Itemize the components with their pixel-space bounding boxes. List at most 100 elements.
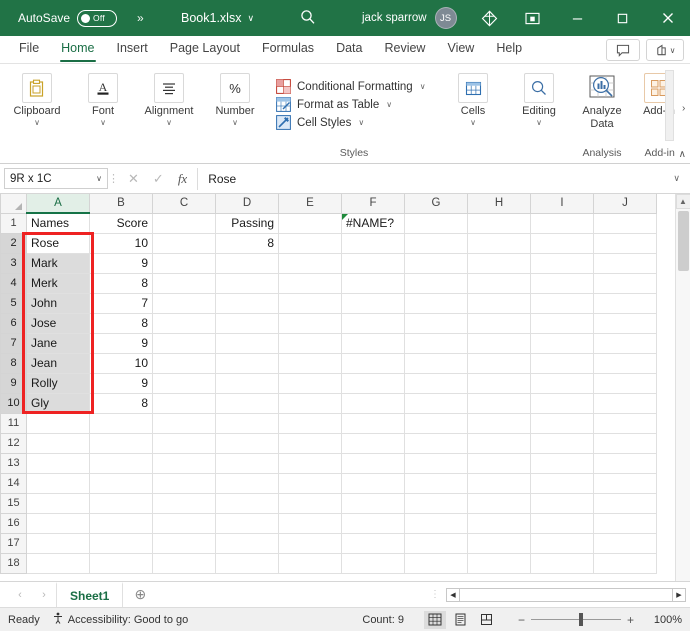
cell-B10[interactable]: 8 <box>90 393 153 413</box>
column-header-h[interactable]: H <box>468 194 531 213</box>
chevron-down-icon[interactable]: ∨ <box>470 120 476 126</box>
column-header-e[interactable]: E <box>279 194 342 213</box>
cell-B12[interactable] <box>90 433 153 453</box>
cell-A4[interactable]: Merk <box>27 273 90 293</box>
zoom-slider-thumb[interactable] <box>579 613 583 626</box>
cell-G2[interactable] <box>405 233 468 253</box>
cell-F3[interactable] <box>342 253 405 273</box>
row-header-18[interactable]: 18 <box>1 553 27 573</box>
cell-B18[interactable] <box>90 553 153 573</box>
cell-H7[interactable] <box>468 333 531 353</box>
cell-D16[interactable] <box>216 513 279 533</box>
tab-help[interactable]: Help <box>485 36 533 63</box>
cell-E15[interactable] <box>279 493 342 513</box>
row-header-1[interactable]: 1 <box>1 213 27 233</box>
row-header-7[interactable]: 7 <box>1 333 27 353</box>
ribbon-collapse-icon[interactable]: ∧ <box>679 149 686 160</box>
zoom-slider[interactable] <box>531 619 621 620</box>
spreadsheet-grid[interactable]: A B C D E F G H I J 1NamesScorePassing#N… <box>0 194 690 581</box>
expand-formula-bar-icon[interactable]: ∨ <box>673 173 680 184</box>
cell-H14[interactable] <box>468 473 531 493</box>
cell-E17[interactable] <box>279 533 342 553</box>
page-break-view-button[interactable] <box>476 611 498 629</box>
cell-I4[interactable] <box>531 273 594 293</box>
vertical-scroll-thumb[interactable] <box>678 211 689 271</box>
cell-G17[interactable] <box>405 533 468 553</box>
column-header-b[interactable]: B <box>90 194 153 213</box>
cell-I2[interactable] <box>531 233 594 253</box>
table-row[interactable]: 18 <box>1 553 657 573</box>
cell-G18[interactable] <box>405 553 468 573</box>
column-header-f[interactable]: F <box>342 194 405 213</box>
cell-H1[interactable] <box>468 213 531 233</box>
cell-J12[interactable] <box>594 433 657 453</box>
cell-E4[interactable] <box>279 273 342 293</box>
next-sheet-icon[interactable]: › <box>32 589 56 601</box>
row-header-6[interactable]: 6 <box>1 313 27 333</box>
insert-function-icon[interactable]: fx <box>178 171 187 187</box>
cell-J8[interactable] <box>594 353 657 373</box>
row-header-12[interactable]: 12 <box>1 433 27 453</box>
row-header-5[interactable]: 5 <box>1 293 27 313</box>
cell-A2[interactable]: Rose <box>27 233 90 253</box>
clipboard-button[interactable]: Clipboard ∨ <box>6 71 68 126</box>
cell-I13[interactable] <box>531 453 594 473</box>
cell-J11[interactable] <box>594 413 657 433</box>
cell-C2[interactable] <box>153 233 216 253</box>
cell-E2[interactable] <box>279 233 342 253</box>
cell-J16[interactable] <box>594 513 657 533</box>
table-row[interactable]: 1NamesScorePassing#NAME? <box>1 213 657 233</box>
cell-C4[interactable] <box>153 273 216 293</box>
cell-C1[interactable] <box>153 213 216 233</box>
table-row[interactable]: 15 <box>1 493 657 513</box>
quick-access-overflow-icon[interactable]: » <box>137 11 144 25</box>
cell-I11[interactable] <box>531 413 594 433</box>
table-row[interactable]: 12 <box>1 433 657 453</box>
cell-C17[interactable] <box>153 533 216 553</box>
cell-H4[interactable] <box>468 273 531 293</box>
cell-J18[interactable] <box>594 553 657 573</box>
cell-H3[interactable] <box>468 253 531 273</box>
cell-G12[interactable] <box>405 433 468 453</box>
sheet-tab-sheet1[interactable]: Sheet1 <box>56 582 123 607</box>
ribbon-scrollbar[interactable] <box>665 70 674 141</box>
horizontal-scroll-track[interactable] <box>460 588 672 602</box>
cell-A8[interactable]: Jean <box>27 353 90 373</box>
cell-F6[interactable] <box>342 313 405 333</box>
cell-E12[interactable] <box>279 433 342 453</box>
horizontal-split-grip[interactable]: ⋮ <box>424 589 446 600</box>
cell-D12[interactable] <box>216 433 279 453</box>
cell-F16[interactable] <box>342 513 405 533</box>
cell-G14[interactable] <box>405 473 468 493</box>
row-header-3[interactable]: 3 <box>1 253 27 273</box>
cell-F14[interactable] <box>342 473 405 493</box>
cell-D10[interactable] <box>216 393 279 413</box>
select-all-corner[interactable] <box>1 194 27 213</box>
cell-E6[interactable] <box>279 313 342 333</box>
cell-E14[interactable] <box>279 473 342 493</box>
account-area[interactable]: jack sparrow JS <box>362 7 457 29</box>
chevron-down-icon[interactable]: ∨ <box>166 120 172 126</box>
copilot-icon[interactable] <box>468 0 510 36</box>
close-button[interactable] <box>645 0 690 36</box>
cell-B16[interactable] <box>90 513 153 533</box>
cell-A16[interactable] <box>27 513 90 533</box>
font-button[interactable]: A Font ∨ <box>72 71 134 126</box>
scroll-right-button[interactable]: ▶ <box>672 588 686 602</box>
cell-D11[interactable] <box>216 413 279 433</box>
cell-J4[interactable] <box>594 273 657 293</box>
table-row[interactable]: 11 <box>1 413 657 433</box>
cell-H13[interactable] <box>468 453 531 473</box>
cell-E10[interactable] <box>279 393 342 413</box>
cell-C6[interactable] <box>153 313 216 333</box>
cell-G16[interactable] <box>405 513 468 533</box>
cell-F17[interactable] <box>342 533 405 553</box>
cell-F7[interactable] <box>342 333 405 353</box>
row-header-15[interactable]: 15 <box>1 493 27 513</box>
zoom-out-button[interactable]: − <box>518 613 525 627</box>
cell-D2[interactable]: 8 <box>216 233 279 253</box>
normal-view-button[interactable] <box>424 611 446 629</box>
format-as-table-button[interactable]: Format as Table ∨ <box>276 97 432 112</box>
search-icon[interactable] <box>300 9 316 28</box>
analyze-data-button[interactable]: Analyze Data <box>574 71 630 131</box>
